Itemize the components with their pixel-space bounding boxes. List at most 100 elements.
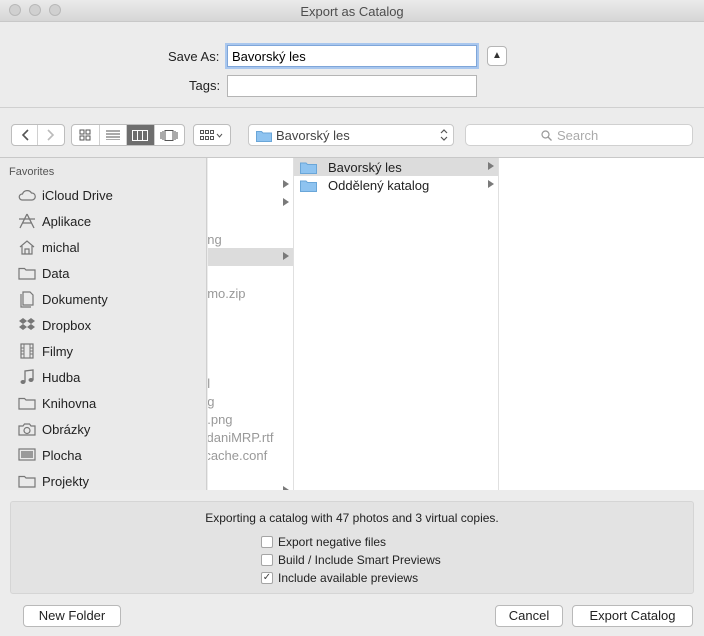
documents-icon — [17, 290, 37, 308]
list-item[interactable]: al — [208, 374, 285, 392]
save-as-label: Save As: — [168, 49, 220, 64]
path-popup[interactable]: Bavorský les — [248, 124, 454, 146]
forward-button[interactable] — [38, 125, 64, 145]
search-field[interactable]: Search — [465, 124, 693, 146]
list-item[interactable] — [208, 482, 293, 490]
list-item[interactable]: -cache.conf — [208, 446, 285, 464]
new-folder-button[interactable]: New Folder — [23, 605, 121, 627]
column-view-icon — [132, 129, 149, 141]
empty-column — [499, 158, 704, 490]
save-form: Save As: Bavorský les ▲ Tags: — [0, 22, 704, 108]
save-as-input[interactable]: Bavorský les — [227, 45, 477, 67]
smart-previews-checkbox[interactable]: Build / Include Smart Previews — [261, 552, 441, 568]
view-mode-control — [71, 124, 185, 146]
folder-name: Oddělený katalog — [328, 177, 430, 193]
music-icon — [17, 368, 37, 386]
applications-icon — [17, 212, 37, 230]
cover-flow-icon — [160, 129, 178, 141]
list-item[interactable] — [208, 194, 293, 212]
folder-icon — [17, 264, 37, 282]
export-options-panel: Exporting a catalog with 47 photos and 3… — [10, 501, 694, 594]
arrange-control — [193, 124, 231, 146]
list-item[interactable]: a.png — [208, 410, 285, 428]
list-item[interactable]: ng — [208, 392, 285, 410]
list-item-selected[interactable] — [208, 248, 293, 266]
sidebar-item-dropbox[interactable]: Dropbox — [0, 312, 206, 338]
disclosure-arrow-icon — [283, 486, 289, 490]
arrange-button[interactable] — [194, 125, 230, 145]
checkmark-icon: ✓ — [261, 572, 273, 584]
folder-name: Bavorský les — [328, 159, 402, 175]
sidebar-item-icloud-drive[interactable]: iCloud Drive — [0, 182, 206, 208]
column-view-button[interactable] — [127, 125, 155, 145]
back-button[interactable] — [12, 125, 39, 145]
chevron-up-icon: ▲ — [492, 50, 502, 61]
folder-icon — [300, 180, 317, 192]
sidebar-item-data[interactable]: Data — [0, 260, 206, 286]
sidebar-item-dokumenty[interactable]: Dokumenty — [0, 286, 206, 312]
search-icon — [541, 130, 552, 141]
list-item-label: a.png — [208, 411, 233, 427]
checkbox-box — [261, 554, 273, 566]
sidebar-item-label: Data — [42, 265, 70, 281]
sidebar-item-label: Dropbox — [42, 317, 92, 333]
folder-item[interactable]: Oddělený katalog — [294, 176, 498, 194]
film-icon — [17, 342, 37, 360]
list-item[interactable]: emo.zip — [208, 284, 285, 302]
icon-view-icon — [79, 129, 91, 141]
disclosure-arrow-icon — [283, 180, 289, 188]
dropbox-icon — [17, 316, 37, 334]
camera-icon — [17, 420, 37, 438]
list-item-label: ydaniMRP.rtf — [208, 429, 274, 445]
checkbox-label: Include available previews — [278, 571, 419, 585]
sidebar-item-obrazky[interactable]: Obrázky — [0, 416, 206, 442]
window-title: Export as Catalog — [300, 4, 404, 19]
sidebar-item-michal[interactable]: michal — [0, 234, 206, 260]
list-item-label: al — [208, 376, 210, 391]
include-previews-checkbox[interactable]: ✓ Include available previews — [261, 570, 418, 586]
checkbox-label: Export negative files — [278, 535, 387, 549]
sidebar-item-label: Projekty — [42, 473, 89, 489]
checkbox-label: Build / Include Smart Previews — [278, 553, 441, 567]
sidebar-item-knihovna[interactable]: Knihovna — [0, 390, 206, 416]
cover-flow-button[interactable] — [155, 125, 184, 145]
export-negative-files-checkbox[interactable]: Export negative files — [261, 534, 386, 550]
export-catalog-button[interactable]: Export Catalog — [572, 605, 693, 627]
sidebar-item-label: michal — [42, 239, 80, 255]
title-bar: Export as Catalog — [0, 0, 704, 22]
icon-view-button[interactable] — [72, 125, 100, 145]
folder-item-selected[interactable]: Bavorský les — [294, 158, 498, 176]
current-column: Bavorský les Oddělený katalog — [294, 158, 499, 490]
cancel-button[interactable]: Cancel — [495, 605, 563, 627]
folder-icon — [256, 131, 272, 142]
sidebar-item-aplikace[interactable]: Aplikace — [0, 208, 206, 234]
column-browser: ong emo.zip al ng a.png ydaniMRP.rtf -ca… — [208, 158, 704, 490]
list-item[interactable] — [208, 176, 293, 194]
list-view-icon — [105, 130, 120, 140]
sidebar-item-hudba[interactable]: Hudba — [0, 364, 206, 390]
sidebar-item-filmy[interactable]: Filmy — [0, 338, 206, 364]
list-item[interactable]: ydaniMRP.rtf — [208, 428, 285, 446]
browser-toolbar: Bavorský les Search — [0, 108, 704, 158]
desktop-icon — [17, 446, 37, 464]
home-icon — [17, 238, 37, 256]
sidebar-item-label: Dokumenty — [42, 291, 108, 307]
disclosure-arrow-icon — [488, 162, 494, 170]
disclosure-arrow-icon — [283, 198, 289, 206]
sidebar-item-projekty[interactable]: Projekty — [0, 468, 206, 490]
cloud-icon — [17, 186, 37, 204]
sidebar-item-plocha[interactable]: Plocha — [0, 442, 206, 468]
list-item-label: -cache.conf — [208, 447, 268, 463]
list-view-button[interactable] — [100, 125, 128, 145]
sidebar-item-label: Obrázky — [42, 421, 91, 437]
back-forward-control — [11, 124, 65, 146]
chevron-right-icon — [47, 129, 55, 141]
sidebar: Favorites iCloud Drive Aplikace michal D… — [0, 158, 207, 490]
sidebar-item-label: Aplikace — [42, 213, 92, 229]
collapse-button[interactable]: ▲ — [487, 46, 507, 66]
list-item[interactable]: ong — [208, 230, 285, 248]
sidebar-item-label: iCloud Drive — [42, 187, 113, 203]
tags-input[interactable] — [227, 75, 477, 97]
export-summary-text: Exporting a catalog with 47 photos and 3… — [205, 511, 499, 525]
list-item-label: ong — [208, 231, 222, 247]
